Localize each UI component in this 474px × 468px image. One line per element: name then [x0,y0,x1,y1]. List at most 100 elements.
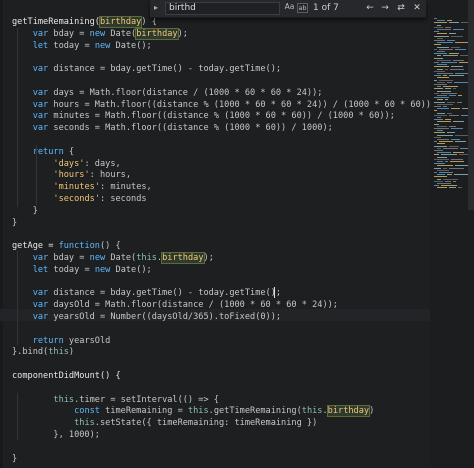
code-editor[interactable]: getTimeRemaining(birthday) { var bday = … [0,0,474,468]
code-line[interactable]: } [12,453,17,465]
minimap-line [445,119,451,121]
minimap-line [434,18,437,19]
minimap-line [434,70,445,72]
minimap-line [443,147,458,149]
code-line[interactable]: var days = Math.floor(distance / (1000 *… [12,87,323,99]
match-whole-word-icon[interactable]: ab [297,3,308,13]
minimap-viewport-slider[interactable] [468,0,474,210]
code-line[interactable]: var hours = Math.floor((distance % (1000… [12,99,430,111]
minimap-line [437,20,445,22]
minimap-line [453,152,464,154]
code-line[interactable]: let today = new Date(); [12,40,152,52]
code-line[interactable]: var distance = bday.getTime() - today.ge… [12,287,281,299]
minimap-line [445,180,451,182]
minimap-line [443,55,458,57]
minimap-line [437,187,447,189]
code-line[interactable]: }.bind(this) [12,346,74,358]
code-line[interactable]: var bday = new Date(birthday); [12,27,188,40]
code-token: Date(); [110,40,152,51]
match-case-icon[interactable]: Aa [284,3,295,13]
code-line[interactable]: const timeRemaining = this.getTimeRemain… [12,405,374,418]
find-bar: ▸ birthd Aa ab .* 1 of 7 ← → ⇄ ✕ [150,0,426,18]
code-token: today = [48,264,95,275]
code-line[interactable]: var seconds = Math.floor((distance % (10… [12,122,333,134]
find-input[interactable]: birthd [165,2,280,15]
minimap-line [434,101,445,103]
code-token: new [89,28,106,39]
minimap-line [437,51,445,52]
code-token: .getTimeRemaining( [208,406,302,417]
minimap-line [449,22,459,24]
code-line[interactable]: return yearsOld [12,335,111,347]
code-line[interactable]: } [12,217,17,229]
code-line[interactable]: }, 1000); [12,429,100,441]
code-token: distance = bday.getTime() - today.getTim… [48,288,282,299]
minimap-line [437,73,453,74]
code-token: bday = [48,28,90,39]
select-all-matches-button[interactable]: ⇄ [395,1,407,15]
code-line[interactable]: var distance = bday.getTime() - today.ge… [12,63,281,75]
code-line[interactable]: var yearsOld = Number((daysOld/365).toFi… [12,311,281,323]
code-token: { [63,146,75,157]
code-token: 'hours' [53,170,90,181]
minimap-line [457,101,462,103]
code-token: getTimeRemaining( [12,17,100,27]
code-line[interactable]: 'seconds': seconds [12,193,147,205]
minimap-line [450,68,464,70]
match-count: 1 of 7 [313,3,339,13]
code-line[interactable]: var daysOld = Math.floor(distance / (100… [12,299,338,311]
toggle-replace-chevron-icon[interactable]: ▸ [154,3,162,13]
close-find-button[interactable]: ✕ [411,1,423,15]
minimap-line [441,62,457,63]
code-token: }, 1000); [12,430,100,440]
minimap-line [434,132,445,134]
code-line[interactable]: } [12,205,38,217]
next-match-button[interactable]: → [379,1,391,15]
minimap-line [437,99,443,101]
search-match-highlight: birthday [161,252,205,264]
minimap-line [453,59,464,61]
minimap-line [451,128,463,129]
code-token: : seconds [99,194,147,204]
code-line[interactable]: let today = new Date(); [12,264,152,276]
previous-match-button[interactable]: ← [364,1,376,15]
code-token: var [32,111,49,122]
code-area[interactable]: getTimeRemaining(birthday) { var bday = … [0,0,430,468]
code-line[interactable]: 'days': days, [12,158,120,170]
code-token: } [12,205,38,216]
code-token: var [32,253,49,263]
code-line[interactable]: getTimeRemaining(birthday) { [12,16,157,28]
minimap-line [445,68,448,70]
minimap-line [450,161,464,162]
code-line[interactable]: componentDidMount() { [12,370,121,382]
code-line[interactable]: this.setState({ timeRemaining: timeRemai… [12,417,317,429]
minimap-line [434,154,439,156]
code-line[interactable]: getAge = function() { [12,240,121,252]
minimap-line [434,128,449,129]
code-line[interactable]: var bday = new Date(this.birthday); [12,252,214,264]
code-token: new [94,264,111,275]
minimap-line [449,125,456,127]
code-line[interactable]: var minutes = Math.floor((distance % (10… [12,110,395,122]
minimap-line [437,68,443,70]
minimap-line [434,79,437,81]
code-token: timeRemaining = [99,406,188,417]
minimap-line [437,46,449,48]
minimap-line [445,88,451,90]
code-line[interactable]: return { [12,146,74,158]
minimap-line [447,20,452,22]
minimap-line [437,169,449,171]
code-line[interactable]: this.timer = setInterval(() => { [12,394,219,406]
code-token: days = Math.floor(distance / (1000 * 60 … [48,87,323,98]
code-line[interactable]: 'hours': hours, [12,169,131,181]
code-line[interactable]: 'minutes': minutes, [12,181,151,193]
code-token: yearsOld = Number((daysOld/365).toFixed(… [48,312,282,322]
minimap-line [434,114,447,116]
minimap-line [434,119,443,121]
